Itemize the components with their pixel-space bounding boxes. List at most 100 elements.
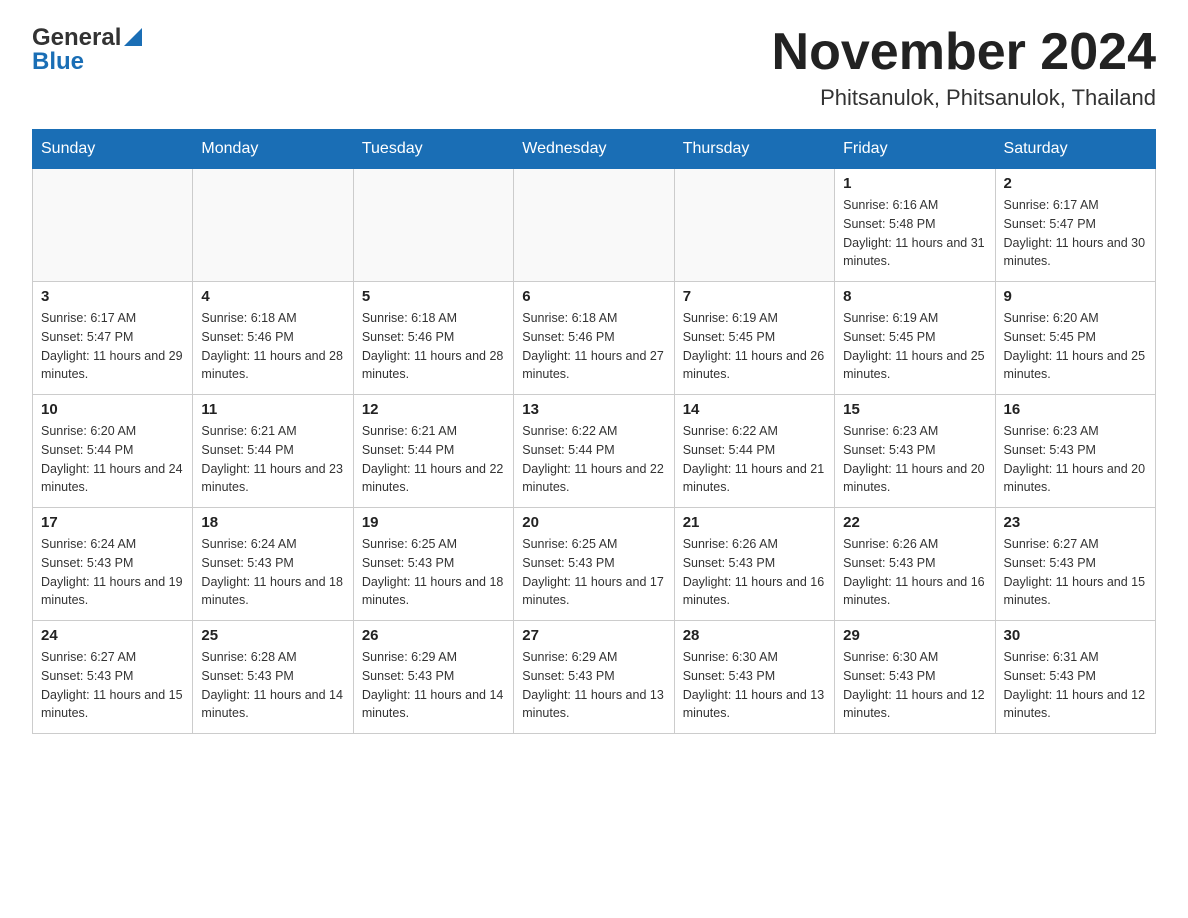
day-number: 23 — [1004, 514, 1147, 531]
day-info: Sunrise: 6:23 AMSunset: 5:43 PMDaylight:… — [1004, 422, 1147, 497]
day-number: 12 — [362, 401, 505, 418]
day-info: Sunrise: 6:27 AMSunset: 5:43 PMDaylight:… — [1004, 535, 1147, 610]
calendar-week-row: 24 Sunrise: 6:27 AMSunset: 5:43 PMDayligh… — [33, 621, 1156, 734]
calendar-cell: 24 Sunrise: 6:27 AMSunset: 5:43 PMDayligh… — [33, 621, 193, 734]
month-title: November 2024 — [772, 24, 1156, 81]
page-header: General Blue November 2024 Phitsanulok, … — [32, 24, 1156, 111]
day-number: 5 — [362, 288, 505, 305]
day-number: 19 — [362, 514, 505, 531]
calendar-cell: 11 Sunrise: 6:21 AMSunset: 5:44 PMDayligh… — [193, 395, 353, 508]
day-info: Sunrise: 6:19 AMSunset: 5:45 PMDaylight:… — [683, 309, 826, 384]
day-info: Sunrise: 6:18 AMSunset: 5:46 PMDaylight:… — [201, 309, 344, 384]
calendar-cell: 4 Sunrise: 6:18 AMSunset: 5:46 PMDaylight… — [193, 282, 353, 395]
day-info: Sunrise: 6:25 AMSunset: 5:43 PMDaylight:… — [522, 535, 665, 610]
calendar-cell: 27Sunrise: 6:29 AMSunset: 5:43 PMDayligh… — [514, 621, 674, 734]
day-number: 15 — [843, 401, 986, 418]
day-number: 17 — [41, 514, 184, 531]
calendar-cell: 16 Sunrise: 6:23 AMSunset: 5:43 PMDayligh… — [995, 395, 1155, 508]
day-info: Sunrise: 6:21 AMSunset: 5:44 PMDaylight:… — [201, 422, 344, 497]
day-info: Sunrise: 6:20 AMSunset: 5:45 PMDaylight:… — [1004, 309, 1147, 384]
calendar-cell: 20 Sunrise: 6:25 AMSunset: 5:43 PMDayligh… — [514, 508, 674, 621]
calendar-cell: 17 Sunrise: 6:24 AMSunset: 5:43 PMDayligh… — [33, 508, 193, 621]
day-info: Sunrise: 6:27 AMSunset: 5:43 PMDaylight:… — [41, 648, 184, 723]
day-info: Sunrise: 6:30 AMSunset: 5:43 PMDaylight:… — [683, 648, 826, 723]
day-number: 28 — [683, 627, 826, 644]
calendar-cell: 23 Sunrise: 6:27 AMSunset: 5:43 PMDayligh… — [995, 508, 1155, 621]
calendar-cell: 9 Sunrise: 6:20 AMSunset: 5:45 PMDaylight… — [995, 282, 1155, 395]
day-info: Sunrise: 6:24 AMSunset: 5:43 PMDaylight:… — [41, 535, 184, 610]
calendar-cell — [353, 169, 513, 282]
calendar-cell: 3Sunrise: 6:17 AMSunset: 5:47 PMDaylight… — [33, 282, 193, 395]
day-number: 2 — [1004, 175, 1147, 192]
day-number: 4 — [201, 288, 344, 305]
calendar-header-wednesday: Wednesday — [514, 130, 674, 169]
day-info: Sunrise: 6:25 AMSunset: 5:43 PMDaylight:… — [362, 535, 505, 610]
day-info: Sunrise: 6:20 AMSunset: 5:44 PMDaylight:… — [41, 422, 184, 497]
day-info: Sunrise: 6:26 AMSunset: 5:43 PMDaylight:… — [843, 535, 986, 610]
logo-name2: Blue — [32, 48, 84, 76]
day-number: 11 — [201, 401, 344, 418]
calendar-cell — [514, 169, 674, 282]
calendar-cell: 7 Sunrise: 6:19 AMSunset: 5:45 PMDaylight… — [674, 282, 834, 395]
day-info: Sunrise: 6:18 AMSunset: 5:46 PMDaylight:… — [362, 309, 505, 384]
day-info: Sunrise: 6:31 AMSunset: 5:43 PMDaylight:… — [1004, 648, 1147, 723]
calendar-cell: 1 Sunrise: 6:16 AMSunset: 5:48 PMDaylight… — [835, 169, 995, 282]
calendar-cell: 5 Sunrise: 6:18 AMSunset: 5:46 PMDaylight… — [353, 282, 513, 395]
day-info: Sunrise: 6:19 AMSunset: 5:45 PMDaylight:… — [843, 309, 986, 384]
day-info: Sunrise: 6:26 AMSunset: 5:43 PMDaylight:… — [683, 535, 826, 610]
calendar-cell: 29Sunrise: 6:30 AMSunset: 5:43 PMDayligh… — [835, 621, 995, 734]
calendar-cell: 18Sunrise: 6:24 AMSunset: 5:43 PMDayligh… — [193, 508, 353, 621]
calendar-cell: 26Sunrise: 6:29 AMSunset: 5:43 PMDayligh… — [353, 621, 513, 734]
calendar-cell: 6Sunrise: 6:18 AMSunset: 5:46 PMDaylight… — [514, 282, 674, 395]
calendar-week-row: 1 Sunrise: 6:16 AMSunset: 5:48 PMDaylight… — [33, 169, 1156, 282]
day-number: 21 — [683, 514, 826, 531]
day-info: Sunrise: 6:29 AMSunset: 5:43 PMDaylight:… — [522, 648, 665, 723]
day-number: 29 — [843, 627, 986, 644]
calendar-week-row: 17 Sunrise: 6:24 AMSunset: 5:43 PMDayligh… — [33, 508, 1156, 621]
day-info: Sunrise: 6:17 AMSunset: 5:47 PMDaylight:… — [41, 309, 184, 384]
day-number: 10 — [41, 401, 184, 418]
day-number: 6 — [522, 288, 665, 305]
calendar-cell: 8 Sunrise: 6:19 AMSunset: 5:45 PMDaylight… — [835, 282, 995, 395]
calendar-cell: 28 Sunrise: 6:30 AMSunset: 5:43 PMDayligh… — [674, 621, 834, 734]
day-number: 22 — [843, 514, 986, 531]
day-info: Sunrise: 6:23 AMSunset: 5:43 PMDaylight:… — [843, 422, 986, 497]
day-number: 26 — [362, 627, 505, 644]
day-number: 25 — [201, 627, 344, 644]
calendar-header-row: SundayMondayTuesdayWednesdayThursdayFrid… — [33, 130, 1156, 169]
day-number: 14 — [683, 401, 826, 418]
location-title: Phitsanulok, Phitsanulok, Thailand — [772, 85, 1156, 111]
calendar-header-sunday: Sunday — [33, 130, 193, 169]
day-info: Sunrise: 6:24 AMSunset: 5:43 PMDaylight:… — [201, 535, 344, 610]
calendar-header-thursday: Thursday — [674, 130, 834, 169]
calendar-header-monday: Monday — [193, 130, 353, 169]
day-number: 16 — [1004, 401, 1147, 418]
day-info: Sunrise: 6:21 AMSunset: 5:44 PMDaylight:… — [362, 422, 505, 497]
calendar-week-row: 3Sunrise: 6:17 AMSunset: 5:47 PMDaylight… — [33, 282, 1156, 395]
day-number: 20 — [522, 514, 665, 531]
calendar-cell: 30 Sunrise: 6:31 AMSunset: 5:43 PMDayligh… — [995, 621, 1155, 734]
calendar-cell — [33, 169, 193, 282]
calendar-cell: 13Sunrise: 6:22 AMSunset: 5:44 PMDayligh… — [514, 395, 674, 508]
day-number: 1 — [843, 175, 986, 192]
calendar-cell — [674, 169, 834, 282]
logo-arrow-icon — [124, 28, 142, 51]
day-info: Sunrise: 6:16 AMSunset: 5:48 PMDaylight:… — [843, 196, 986, 271]
day-number: 30 — [1004, 627, 1147, 644]
calendar-table: SundayMondayTuesdayWednesdayThursdayFrid… — [32, 129, 1156, 734]
logo: General Blue — [32, 24, 142, 76]
day-number: 9 — [1004, 288, 1147, 305]
day-info: Sunrise: 6:17 AMSunset: 5:47 PMDaylight:… — [1004, 196, 1147, 271]
day-number: 8 — [843, 288, 986, 305]
calendar-cell: 15 Sunrise: 6:23 AMSunset: 5:43 PMDayligh… — [835, 395, 995, 508]
calendar-week-row: 10 Sunrise: 6:20 AMSunset: 5:44 PMDayligh… — [33, 395, 1156, 508]
day-info: Sunrise: 6:22 AMSunset: 5:44 PMDaylight:… — [683, 422, 826, 497]
day-number: 24 — [41, 627, 184, 644]
calendar-cell: 14 Sunrise: 6:22 AMSunset: 5:44 PMDayligh… — [674, 395, 834, 508]
calendar-cell: 21 Sunrise: 6:26 AMSunset: 5:43 PMDayligh… — [674, 508, 834, 621]
day-info: Sunrise: 6:22 AMSunset: 5:44 PMDaylight:… — [522, 422, 665, 497]
calendar-header-friday: Friday — [835, 130, 995, 169]
calendar-cell: 22 Sunrise: 6:26 AMSunset: 5:43 PMDayligh… — [835, 508, 995, 621]
calendar-cell: 12 Sunrise: 6:21 AMSunset: 5:44 PMDayligh… — [353, 395, 513, 508]
day-number: 7 — [683, 288, 826, 305]
